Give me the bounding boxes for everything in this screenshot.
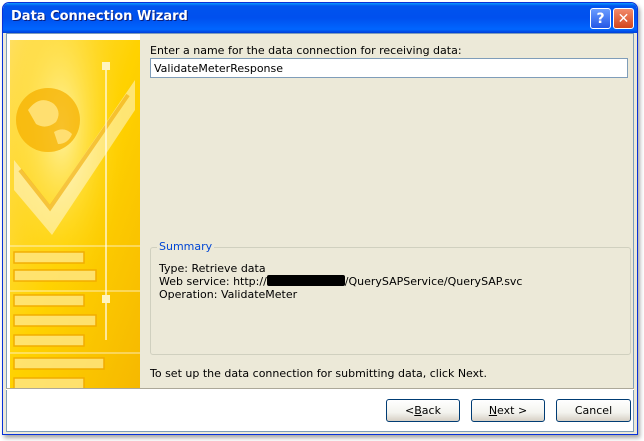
wizard-banner-graphic <box>10 40 140 389</box>
web-service-suffix: /QuerySAPService/QuerySAP.svc <box>344 275 523 288</box>
next-button[interactable]: Next > <box>471 399 545 422</box>
back-rest: ack <box>421 404 441 417</box>
cancel-button[interactable]: Cancel <box>556 399 631 422</box>
summary-group: Summary Type: Retrieve data Web service:… <box>150 240 631 355</box>
close-icon: ✕ <box>617 10 630 27</box>
summary-operation: Operation: ValidateMeter <box>159 288 298 301</box>
summary-lines: Type: Retrieve data Web service: http://… <box>159 262 522 301</box>
window-title: Data Connection Wizard <box>11 9 188 24</box>
button-divider <box>6 388 634 390</box>
wizard-content: Enter a name for the data connection for… <box>140 34 633 390</box>
help-button[interactable]: ? <box>590 8 611 29</box>
web-service-prefix: Web service: http:// <box>159 275 267 288</box>
summary-web-service: Web service: http:// /QuerySAPService/Que… <box>159 275 522 288</box>
connection-name-label: Enter a name for the data connection for… <box>150 44 462 57</box>
redacted-hostname <box>266 275 345 286</box>
summary-legend: Summary <box>157 240 215 253</box>
close-button[interactable]: ✕ <box>613 8 634 29</box>
wizard-window: Data Connection Wizard ? ✕ Enter a name … <box>2 2 638 435</box>
help-icon: ? <box>596 10 605 27</box>
back-prefix: < <box>405 404 415 417</box>
instructions-text: To set up the data connection for submit… <box>150 367 487 380</box>
next-rest: ext > <box>497 404 528 417</box>
back-button[interactable]: < Back <box>386 399 460 422</box>
connection-name-input[interactable] <box>150 58 628 78</box>
back-mnemonic: B <box>414 404 422 417</box>
title-bar[interactable]: Data Connection Wizard ? ✕ <box>3 3 637 33</box>
summary-type: Type: Retrieve data <box>159 262 266 275</box>
next-mnemonic: N <box>488 404 498 417</box>
